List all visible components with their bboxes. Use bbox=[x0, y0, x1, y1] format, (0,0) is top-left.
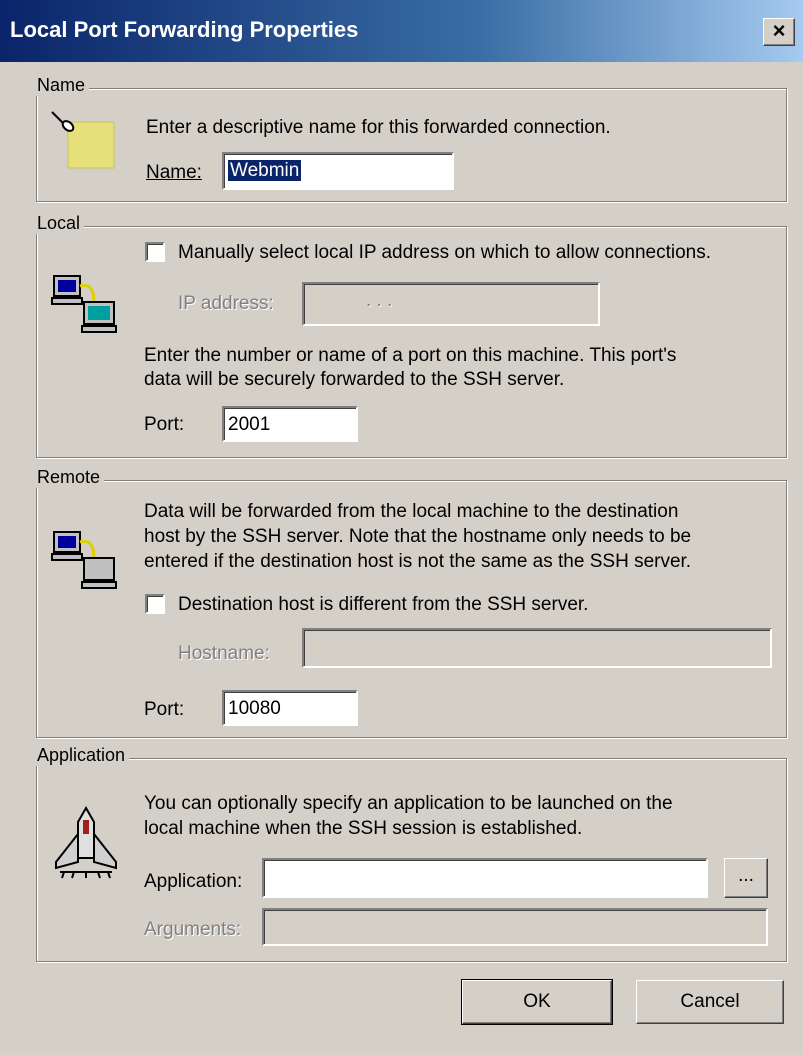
space-shuttle-icon bbox=[55, 805, 117, 879]
title-bar: Local Port Forwarding Properties × bbox=[0, 0, 803, 62]
browse-button[interactable]: ... bbox=[724, 858, 768, 898]
remote-port-label: Port: bbox=[144, 699, 185, 720]
local-description-line2: data will be securely forwarded to the S… bbox=[144, 369, 565, 390]
arguments-field[interactable] bbox=[262, 908, 768, 946]
ok-button[interactable]: OK bbox=[461, 979, 613, 1025]
name-field-value: Webmin bbox=[228, 160, 302, 181]
cancel-button[interactable]: Cancel bbox=[636, 980, 784, 1024]
close-button[interactable]: × bbox=[763, 18, 795, 46]
application-description-line2: local machine when the SSH session is es… bbox=[144, 818, 583, 839]
destination-host-label: Destination host is different from the S… bbox=[178, 594, 589, 615]
remote-port-value: 10080 bbox=[228, 698, 281, 719]
local-port-field[interactable]: 2001 bbox=[222, 406, 358, 442]
pushpin-note-icon bbox=[51, 111, 115, 169]
local-description-line1: Enter the number or name of a port on th… bbox=[144, 345, 677, 366]
application-label: Application: bbox=[144, 871, 243, 892]
ip-address-field[interactable]: . . . bbox=[302, 282, 600, 326]
hostname-label: Hostname: bbox=[178, 643, 270, 664]
application-group-legend: Application bbox=[33, 745, 130, 766]
networked-computers-icon bbox=[51, 275, 117, 333]
local-group-legend: Local bbox=[33, 213, 85, 234]
name-label: Name: bbox=[146, 162, 202, 183]
window-title: Local Port Forwarding Properties bbox=[10, 17, 359, 42]
name-field[interactable]: Webmin bbox=[222, 152, 454, 190]
application-field[interactable] bbox=[262, 858, 708, 898]
remote-group-legend: Remote bbox=[33, 467, 105, 488]
arguments-label: Arguments: bbox=[144, 919, 242, 940]
remote-description-line2: host by the SSH server. Note that the ho… bbox=[144, 526, 692, 547]
local-port-value: 2001 bbox=[228, 414, 271, 435]
ip-address-label: IP address: bbox=[178, 293, 274, 314]
manual-ip-label: Manually select local IP address on whic… bbox=[178, 242, 711, 263]
remote-description-line3: entered if the destination host is not t… bbox=[144, 551, 692, 572]
local-port-label: Port: bbox=[144, 414, 185, 435]
application-description-line1: You can optionally specify an applicatio… bbox=[144, 793, 673, 814]
manual-ip-checkbox[interactable] bbox=[145, 242, 165, 262]
ip-address-value: . . . bbox=[366, 290, 393, 311]
networked-computers-icon bbox=[51, 531, 117, 589]
remote-description-line1: Data will be forwarded from the local ma… bbox=[144, 501, 679, 522]
hostname-field[interactable] bbox=[302, 628, 772, 668]
destination-host-checkbox[interactable] bbox=[145, 594, 165, 614]
remote-port-field[interactable]: 10080 bbox=[222, 690, 358, 726]
name-group-legend: Name bbox=[33, 75, 90, 96]
name-description: Enter a descriptive name for this forwar… bbox=[146, 117, 611, 138]
